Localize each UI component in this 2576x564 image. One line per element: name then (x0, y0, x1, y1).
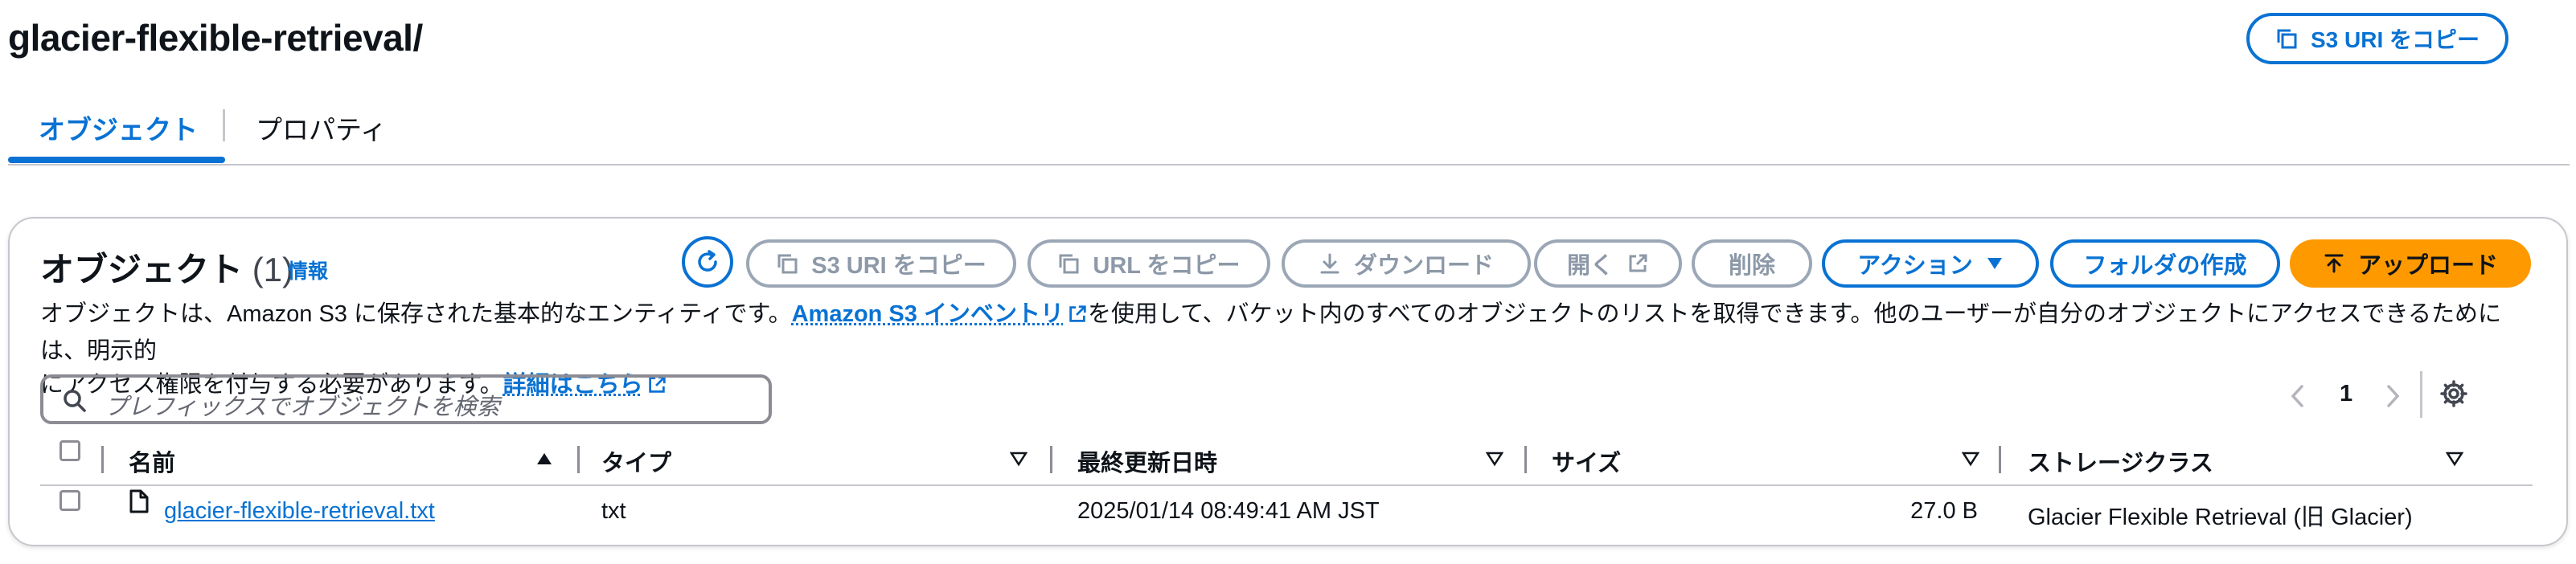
copy-url-button[interactable]: URL をコピー (1028, 239, 1270, 288)
pagination-divider (2420, 371, 2422, 418)
description-text-1: オブジェクトは、Amazon S3 に保存された基本的なエンティティです。 (40, 301, 792, 327)
column-separator (1050, 446, 1052, 473)
column-header-last-modified[interactable]: 最終更新日時 (1077, 444, 1217, 478)
actions-label: アクション (1857, 253, 1973, 279)
column-header-storage-class[interactable]: ストレージクラス (2028, 444, 2213, 478)
sort-icon[interactable] (2445, 452, 2464, 470)
select-all-checkbox[interactable] (59, 440, 80, 461)
upload-icon (2323, 252, 2345, 275)
column-separator (101, 446, 104, 473)
external-link-icon (1067, 300, 1088, 334)
copy-s3-uri-header-label: S3 URI をコピー (2310, 27, 2480, 52)
object-storage-class: Glacier Flexible Retrieval (旧 Glacier) (2028, 505, 2413, 530)
download-button[interactable]: ダウンロード (1282, 239, 1531, 288)
column-separator (1524, 446, 1527, 473)
sort-ascending-icon[interactable] (535, 452, 553, 470)
copy-url-label: URL をコピー (1093, 253, 1241, 279)
copy-icon (1057, 252, 1080, 275)
table-header-divider (40, 484, 2533, 486)
delete-label: 削除 (1728, 253, 1775, 279)
tab-separator (223, 109, 225, 141)
next-page-button[interactable] (2385, 384, 2401, 412)
object-type: txt (601, 498, 626, 524)
column-header-size[interactable]: サイズ (1552, 444, 1621, 478)
refresh-icon (694, 248, 721, 276)
active-tab-indicator (8, 157, 225, 163)
column-separator (577, 446, 580, 473)
sort-icon[interactable] (1009, 452, 1028, 470)
objects-panel-title: オブジェクト (1) (40, 243, 293, 292)
page-title: glacier-flexible-retrieval/ (8, 17, 423, 59)
copy-icon (776, 252, 798, 275)
row-checkbox[interactable] (59, 490, 80, 511)
create-folder-button[interactable]: フォルダの作成 (2050, 239, 2280, 288)
upload-button[interactable]: アップロード (2290, 239, 2531, 288)
column-header-type[interactable]: タイプ (601, 444, 671, 478)
open-button[interactable]: 開く (1534, 239, 1682, 288)
download-label: ダウンロード (1353, 253, 1494, 279)
s3-inventory-link[interactable]: Amazon S3 インベントリ (792, 301, 1088, 327)
tab-divider (8, 164, 2570, 166)
sort-icon[interactable] (1485, 452, 1504, 470)
object-last-modified: 2025/01/14 08:49:41 AM JST (1077, 498, 1380, 524)
search-icon (63, 389, 87, 417)
open-label: 開く (1566, 253, 1614, 279)
file-icon (129, 488, 150, 518)
upload-label: アップロード (2357, 253, 2498, 279)
create-folder-label: フォルダの作成 (2083, 253, 2247, 279)
download-icon (1319, 252, 1341, 275)
current-page[interactable]: 1 (2340, 381, 2352, 407)
copy-s3-uri-header-button[interactable]: S3 URI をコピー (2246, 13, 2508, 64)
sort-icon[interactable] (1961, 452, 1980, 470)
copy-s3-uri-button[interactable]: S3 URI をコピー (746, 239, 1016, 288)
external-link-icon (1626, 252, 1649, 275)
actions-dropdown-button[interactable]: アクション (1822, 239, 2039, 288)
search-placeholder: プレフィックスでオブジェクトを検索 (105, 394, 500, 420)
object-name-link[interactable]: glacier-flexible-retrieval.txt (164, 498, 435, 525)
delete-button[interactable]: 削除 (1692, 239, 1812, 288)
prev-page-button[interactable] (2290, 384, 2306, 412)
copy-icon (2275, 27, 2298, 50)
s3-inventory-link-label: Amazon S3 インベントリ (791, 301, 1064, 327)
tab-objects[interactable]: オブジェクト (39, 108, 198, 147)
search-input[interactable]: プレフィックスでオブジェクトを検索 (40, 374, 772, 424)
object-size: 27.0 B (1910, 498, 1978, 524)
caret-down-icon (1986, 256, 2004, 271)
copy-s3-uri-label: S3 URI をコピー (811, 253, 987, 279)
tab-properties[interactable]: プロパティ (256, 108, 387, 147)
column-separator (1999, 446, 2001, 473)
refresh-button[interactable] (682, 236, 733, 288)
objects-title-text: オブジェクト (40, 251, 244, 288)
info-link[interactable]: 情報 (288, 255, 328, 284)
column-header-name[interactable]: 名前 (129, 444, 175, 478)
settings-gear-icon[interactable] (2439, 379, 2468, 412)
